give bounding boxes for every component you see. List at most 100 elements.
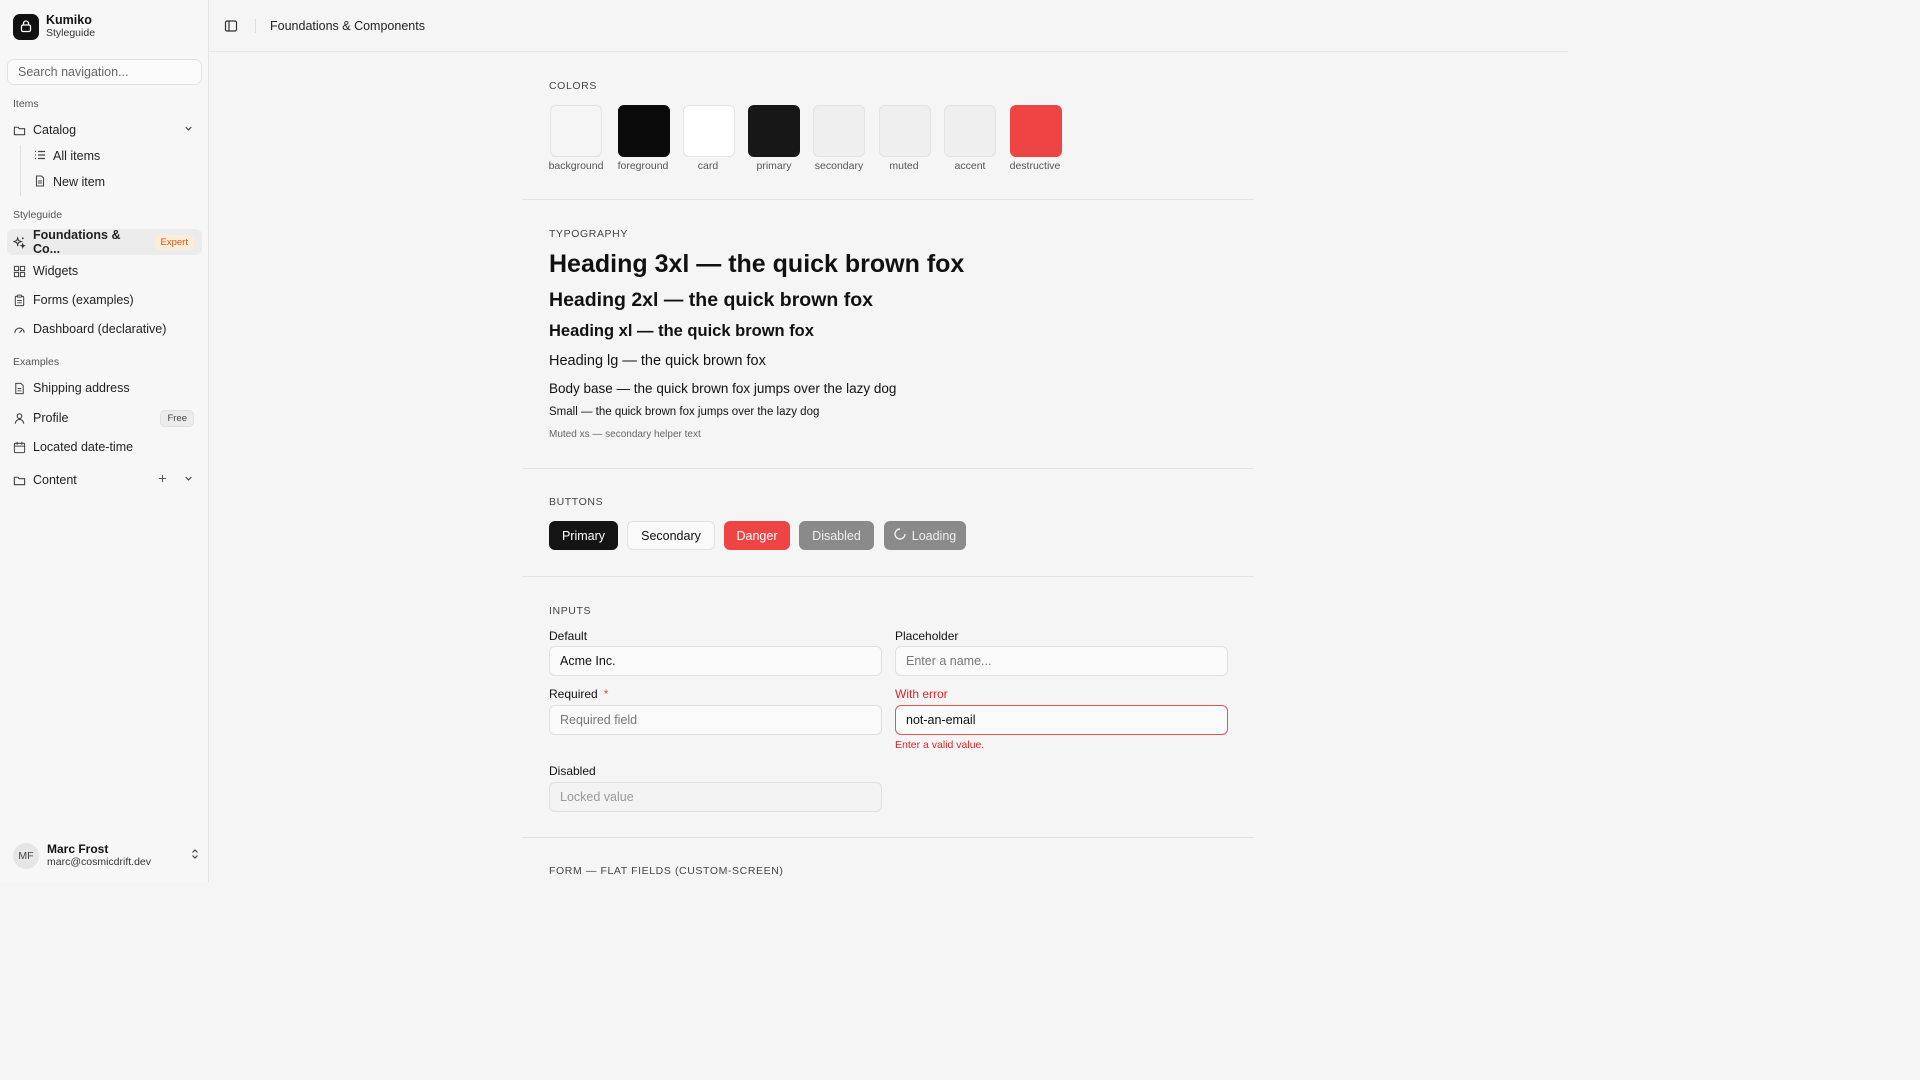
header-divider [255,18,256,33]
sidebar-item-all-items[interactable]: All items [28,145,202,167]
sidebar-item-label: Content [33,473,77,487]
sidebar-item-label: New item [53,175,106,189]
chevrons-up-down-icon [189,847,201,865]
sidebar-item-foundations[interactable]: Foundations & Co... Expert [7,228,202,256]
sidebar-item-content[interactable]: Content [7,467,202,493]
swatch-label: foreground [617,160,669,172]
user-icon [13,412,26,425]
disabled-button: Disabled [799,521,874,550]
user-menu[interactable]: MF Marc Frost marc@cosmicdrift.dev [13,842,201,869]
submenu-guide-line [20,145,21,196]
default-input[interactable] [549,646,882,676]
disabled-input [549,782,882,812]
swatch-destructive [1010,105,1062,157]
sidebar-item-widgets[interactable]: Widgets [7,258,202,284]
required-field-label: Required * [549,687,608,701]
section-label-form: FORM — FLAT FIELDS (CUSTOM-SCREEN) [549,865,784,877]
clipboard-icon [13,294,26,307]
swatch-label: background [548,160,604,172]
sidebar-item-label: Catalog [33,123,77,137]
sidebar-item-located-date-time[interactable]: Located date-time [7,434,202,460]
group-label-styleguide: Styleguide [13,209,63,221]
sidebar-item-forms[interactable]: Forms (examples) [7,287,202,313]
sidebar-item-profile[interactable]: Profile Free [7,405,202,431]
swatch-label: destructive [1009,160,1061,172]
swatch-secondary [813,105,865,157]
search-input[interactable] [7,59,202,85]
sidebar-toggle-icon[interactable] [223,18,239,34]
folder-icon [13,124,26,137]
placeholder-field-label: Placeholder [895,629,959,643]
plus-icon[interactable] [157,473,168,487]
error-input[interactable] [895,705,1228,735]
main-content: COLORS background foreground card primar… [209,53,1568,882]
sidebar-item-label: Located date-time [33,440,134,454]
default-field-label: Default [549,629,588,643]
required-input[interactable] [549,705,882,735]
heading-xl-sample: Heading xl — the quick brown fox [549,322,814,340]
sidebar-item-label: Foundations & Co... [33,228,121,256]
page-title: Foundations & Components [270,18,425,33]
swatch-accent [944,105,996,157]
swatch-label: accent [954,160,986,172]
gauge-icon [13,323,26,336]
section-label-buttons: BUTTONS [549,496,604,508]
section-divider [522,468,1254,469]
primary-button[interactable]: Primary [549,521,618,550]
disabled-field-label: Disabled [549,764,596,778]
error-field-label: With error [895,687,948,701]
heading-2xl-sample: Heading 2xl — the quick brown fox [549,289,873,311]
brand[interactable]: Kumiko Styleguide [13,13,95,40]
top-header: Foundations & Components [209,0,1568,52]
required-label-text: Required [549,687,598,701]
free-badge: Free [160,409,194,427]
folder-icon [13,474,26,487]
section-divider [522,837,1254,838]
chevron-down-icon[interactable] [183,473,194,487]
user-email: marc@cosmicdrift.dev [47,856,152,868]
expert-badge: Expert [154,234,194,250]
sidebar-item-catalog[interactable]: Catalog [7,117,202,143]
swatch-label: secondary [814,160,864,172]
sidebar-item-label: Widgets [33,264,79,278]
spinner-icon [894,528,906,543]
muted-xs-sample: Muted xs — secondary helper text [549,429,701,440]
sidebar-item-label: Forms (examples) [33,293,134,307]
swatch-label: primary [756,160,792,172]
secondary-button[interactable]: Secondary [627,521,715,550]
placeholder-input[interactable] [895,646,1228,676]
required-marker: * [603,687,609,701]
heading-lg-sample: Heading lg — the quick brown fox [549,353,766,369]
danger-button[interactable]: Danger [724,521,790,550]
loading-button-label: Loading [911,528,957,543]
sidebar-item-label: Profile [33,411,69,425]
sidebar-item-label: Dashboard (declarative) [33,322,167,336]
file-icon [34,174,46,190]
sidebar-item-label: All items [53,149,101,163]
sidebar-item-label: Shipping address [33,381,130,395]
chevron-down-icon[interactable] [183,123,194,137]
grid-icon [13,265,26,278]
group-label-examples: Examples [13,356,60,368]
sidebar: Kumiko Styleguide Items Catalog All item… [0,0,209,882]
section-divider [522,576,1254,577]
swatch-muted [879,105,931,157]
section-divider [522,199,1254,200]
small-sample: Small — the quick brown fox jumps over t… [549,406,820,418]
swatch-foreground [618,105,670,157]
calendar-icon [13,441,26,454]
sidebar-item-new-item[interactable]: New item [28,171,202,193]
body-base-sample: Body base — the quick brown fox jumps ov… [549,381,897,396]
app-logo-icon [13,13,39,40]
brand-subtitle: Styleguide [46,27,96,39]
sidebar-item-dashboard[interactable]: Dashboard (declarative) [7,316,202,342]
heading-3xl-sample: Heading 3xl — the quick brown fox [549,250,965,278]
group-label-items: Items [13,98,39,110]
swatch-label: muted [889,160,919,172]
swatch-primary [748,105,800,157]
sidebar-item-shipping-address[interactable]: Shipping address [7,375,202,401]
loading-button: Loading [884,521,966,550]
swatch-label: card [697,160,719,172]
section-label-colors: COLORS [549,80,597,92]
section-label-typography: TYPOGRAPHY [549,228,628,240]
